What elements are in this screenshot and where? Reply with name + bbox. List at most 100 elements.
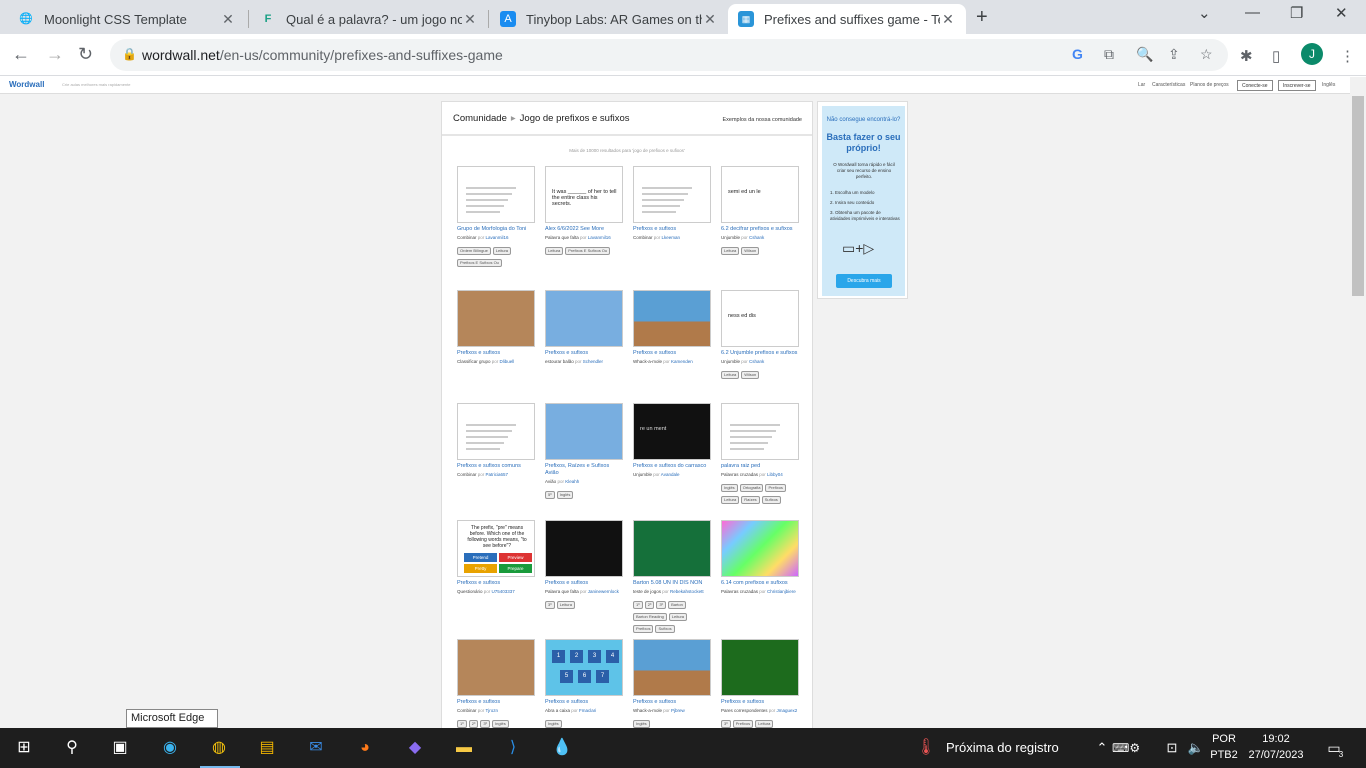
tag-chip[interactable]: 5º [545, 491, 555, 499]
activity-thumbnail[interactable] [633, 166, 711, 223]
activity-author[interactable]: Kleahh [565, 479, 579, 484]
vscode-icon[interactable]: ⟩ [501, 736, 525, 760]
tag-chip[interactable]: Leitura [668, 613, 688, 621]
activity-card[interactable]: Prefixos e sufixos Combinar por Lkeeman [633, 166, 711, 241]
activity-author[interactable]: Avandale [661, 472, 680, 477]
tag-chip[interactable]: Prefixos [633, 625, 654, 633]
login-button[interactable]: Conecte-se [1237, 80, 1273, 91]
edge-icon[interactable]: ◉ [158, 736, 182, 760]
activity-thumbnail[interactable] [457, 290, 535, 347]
tag-chip[interactable]: Leitura [755, 720, 774, 728]
tab-qual-palavra[interactable]: F Qual é a palavra? - um jogo no Fi ✕ [250, 4, 488, 34]
activity-title[interactable]: Prefixos e sufixos [721, 699, 799, 706]
activity-card[interactable]: Prefixos e sufixos estourar balão por Sch… [545, 290, 623, 365]
url-text[interactable]: wordwall.net/en-us/community/prefixes-an… [142, 47, 503, 63]
tag-chip[interactable]: Prefixos [765, 484, 786, 492]
sidebar-icon[interactable]: ▯ [1272, 47, 1280, 65]
activity-card[interactable]: Prefixos e sufixos Palavra que falta por … [545, 520, 623, 609]
activity-thumbnail[interactable] [545, 403, 623, 460]
close-window-button[interactable]: ✕ [1335, 4, 1348, 22]
activity-thumbnail[interactable]: The prefix, "pre" means before. Which on… [457, 520, 535, 577]
activity-author[interactable]: Rebekahstockett [670, 589, 704, 594]
tag-chip[interactable]: Barton Reading [633, 613, 667, 621]
activity-title[interactable]: Alex 6/6/2022 See More [545, 226, 623, 233]
activity-author[interactable]: U75403337 [492, 589, 515, 594]
clock-date[interactable]: 27/07/2023 [1246, 749, 1306, 761]
activity-card[interactable]: Prefixos e sufixos Whack-a-mole por Kamen… [633, 290, 711, 365]
tag-chip[interactable]: Inglês [545, 720, 562, 728]
tag-chip[interactable]: Barton [668, 601, 686, 609]
activity-thumbnail[interactable]: 1234 567 [545, 639, 623, 696]
activity-title[interactable]: Prefixos e sufixos [633, 699, 711, 706]
activity-author[interactable]: Lavanmil16 [486, 235, 509, 240]
tag-chip[interactable]: Inglês [492, 720, 509, 728]
activity-thumbnail[interactable] [721, 639, 799, 696]
activity-thumbnail[interactable]: semi ed un le [721, 166, 799, 223]
activity-title[interactable]: Prefixos e sufixos [545, 699, 623, 706]
nav-pricing[interactable]: Planos de preços [1190, 82, 1229, 88]
activity-title[interactable]: 6.2 decifrar prefixos e sufixos [721, 226, 799, 233]
activity-card[interactable]: Barton 5.08 UN IN DIS NON teste de jogos … [633, 520, 711, 633]
profile-avatar[interactable]: J [1301, 43, 1323, 65]
close-icon[interactable]: ✕ [220, 11, 236, 28]
close-icon[interactable]: ✕ [462, 11, 478, 28]
activity-title[interactable]: Prefixos e sufixos [545, 580, 623, 587]
activity-thumbnail[interactable] [721, 520, 799, 577]
tag-chip[interactable]: Sufixos [655, 625, 675, 633]
activity-author[interactable]: Christianjbiere [767, 589, 796, 594]
activity-card[interactable]: ness ed dis 6.2 Unjumble prefixos e sufix… [721, 290, 799, 379]
activity-title[interactable]: Prefixos, Raízes e Sufixos Avião [545, 463, 623, 477]
firefox-icon[interactable]: ◕ [353, 736, 377, 760]
tab-moonlight[interactable]: 🌐 Moonlight CSS Template ✕ [8, 4, 246, 34]
activity-title[interactable]: Barton 5.08 UN IN DIS NON [633, 580, 711, 587]
activity-title[interactable]: Prefixos e sufixos [457, 350, 535, 357]
activity-thumbnail[interactable]: ness ed dis [721, 290, 799, 347]
activity-thumbnail[interactable] [545, 520, 623, 577]
tag-chip[interactable]: Leitura [545, 247, 564, 255]
tag-chip[interactable]: Ordem Bilíngue [457, 247, 491, 255]
volume-icon[interactable]: 🔈 [1184, 736, 1208, 760]
tag-chip[interactable]: Wilson [741, 371, 760, 379]
activity-author[interactable]: Schendler [583, 359, 603, 364]
activity-card[interactable]: Prefixos e sufixos comuns Combinar por Pa… [457, 403, 535, 478]
activity-card[interactable]: 1 2 3 4 5 6 7 Prefixos e sufixos Abra a caixa po… [545, 639, 623, 728]
activity-author[interactable]: Kamenden [671, 359, 693, 364]
tag-chip[interactable]: Leitura [492, 247, 512, 255]
discover-more-button[interactable]: Descubra mais [836, 274, 892, 288]
activity-thumbnail[interactable] [633, 639, 711, 696]
tag-chip[interactable]: Inglês [721, 484, 738, 492]
maximize-button[interactable]: ❐ [1290, 4, 1303, 22]
activity-author[interactable]: Cshank [749, 235, 764, 240]
activity-title[interactable]: Prefixos e sufixos [457, 580, 535, 587]
activity-author[interactable]: Dlibuell [500, 359, 515, 364]
tag-chip[interactable]: 3º [721, 720, 731, 728]
tag-chip[interactable]: Inglês [556, 491, 574, 499]
reload-button[interactable]: ↻ [78, 44, 93, 65]
activity-card[interactable]: 6.14 com prefixos e sufixos Palavras cruz… [721, 520, 799, 595]
activity-author[interactable]: Pjbrew [671, 708, 685, 713]
activity-thumbnail[interactable]: It was ______ of her to tell the entire … [545, 166, 623, 223]
activity-thumbnail[interactable] [457, 403, 535, 460]
activity-card[interactable]: Prefixos, Raízes e Sufixos Avião Avião po… [545, 403, 623, 499]
close-icon[interactable]: ✕ [702, 11, 718, 28]
activity-author[interactable]: Lkeeman [662, 235, 681, 240]
tag-chip[interactable]: 1º [633, 601, 643, 609]
activity-card[interactable]: Prefixos e sufixos Classificar grupo por … [457, 290, 535, 365]
new-tab-button[interactable]: + [976, 6, 988, 29]
tag-chip[interactable]: Sufixos [761, 496, 781, 504]
chrome-icon[interactable]: ◍ [207, 736, 231, 760]
activity-card[interactable]: The prefix, "pre" means before. Which on… [457, 520, 535, 595]
clock-time[interactable]: 19:02 [1246, 733, 1306, 745]
activity-card[interactable]: Grupo de Morfologia do Toni Combinar por … [457, 166, 535, 267]
activity-thumbnail[interactable] [633, 290, 711, 347]
activity-author[interactable]: Libby04 [767, 472, 783, 477]
activity-author[interactable]: Jmaguex2 [777, 708, 798, 713]
share-icon[interactable]: ⇪ [1168, 46, 1180, 63]
activity-thumbnail[interactable] [457, 639, 535, 696]
activity-thumbnail[interactable] [545, 290, 623, 347]
extensions-icon[interactable]: ✱ [1240, 47, 1253, 65]
activity-thumbnail[interactable] [721, 403, 799, 460]
tab-prefixes[interactable]: ▦ Prefixes and suffixes game - Teac ✕ [728, 4, 966, 34]
bookmark-star-icon[interactable]: ☆ [1200, 46, 1213, 63]
file-explorer-icon[interactable]: ▬ [452, 736, 476, 760]
